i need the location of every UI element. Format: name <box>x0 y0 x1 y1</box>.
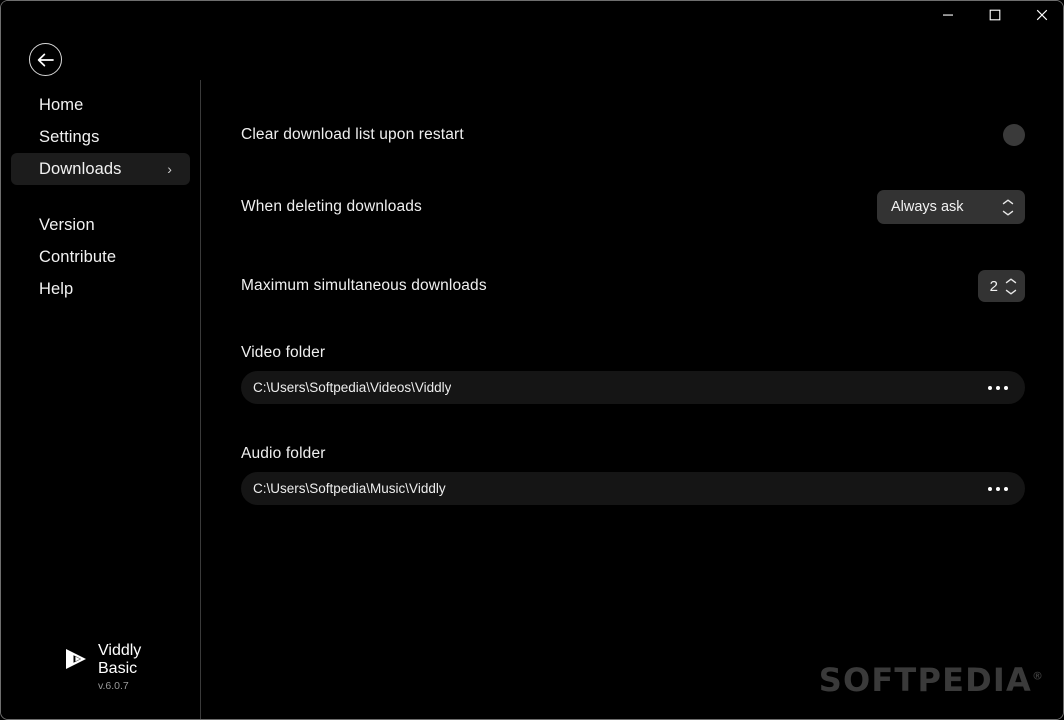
minimize-icon <box>942 9 954 21</box>
audio-folder-field[interactable]: C:\Users\Softpedia\Music\Viddly <box>241 472 1025 505</box>
sidebar-item-label: Version <box>39 215 95 234</box>
sidebar-item-label: Settings <box>39 127 100 146</box>
ellipsis-dot <box>988 385 992 390</box>
back-arrow-icon <box>36 52 55 68</box>
sidebar-item-settings[interactable]: Settings <box>11 121 190 153</box>
field-label: Audio folder <box>241 445 326 462</box>
stepper-arrows <box>1005 278 1017 295</box>
nav-primary-group: Home Settings Downloads › <box>11 89 190 185</box>
setting-row-audio-folder: Audio folder C:\Users\Softpedia\Music\Vi… <box>241 445 1025 505</box>
ellipsis-dot <box>1004 486 1008 491</box>
setting-label: When deleting downloads <box>241 198 422 215</box>
sidebar-item-label: Home <box>39 95 84 114</box>
close-button[interactable] <box>1018 1 1063 29</box>
select-stepper-icons <box>1002 199 1014 216</box>
chevron-up-icon <box>1005 278 1017 283</box>
video-folder-field[interactable]: C:\Users\Softpedia\Videos\Viddly <box>241 371 1025 404</box>
setting-row-clear-download-list: Clear download list upon restart <box>241 121 1025 149</box>
chevron-up-icon <box>1002 199 1014 204</box>
clear-download-list-toggle[interactable] <box>1003 124 1025 146</box>
setting-row-max-simultaneous-downloads: Maximum simultaneous downloads 2 <box>241 270 1025 302</box>
setting-label: Clear download list upon restart <box>241 126 464 143</box>
close-icon <box>1036 9 1048 21</box>
select-value: Always ask <box>891 199 964 215</box>
video-folder-path: C:\Users\Softpedia\Videos\Viddly <box>253 380 452 395</box>
watermark-text: SOFTPEDIA <box>818 661 1032 699</box>
sidebar-item-label: Contribute <box>39 247 117 266</box>
max-simultaneous-downloads-stepper[interactable]: 2 <box>977 270 1025 302</box>
ellipsis-dot <box>996 486 1000 491</box>
back-button[interactable] <box>29 43 62 76</box>
maximize-icon <box>989 9 1001 21</box>
maximize-button[interactable] <box>971 1 1018 29</box>
sidebar-item-help[interactable]: Help <box>11 273 190 305</box>
brand-text: Viddly Basic v.6.0.7 <box>98 642 141 693</box>
sidebar: Home Settings Downloads › Version Contri… <box>1 1 200 719</box>
setting-label: Maximum simultaneous downloads <box>241 277 487 294</box>
softpedia-watermark: SOFTPEDIA® <box>819 661 1043 699</box>
brand-block: Viddly Basic v.6.0.7 <box>63 642 141 693</box>
app-window: Home Settings Downloads › Version Contri… <box>0 0 1064 720</box>
sidebar-item-downloads[interactable]: Downloads › <box>11 153 190 185</box>
when-deleting-downloads-select[interactable]: Always ask <box>877 190 1025 224</box>
play-triangle-icon <box>63 646 89 677</box>
minimize-button[interactable] <box>924 1 971 29</box>
brand-version: v.6.0.7 <box>98 680 129 693</box>
sidebar-item-contribute[interactable]: Contribute <box>11 241 190 273</box>
sidebar-item-label: Downloads <box>39 159 122 178</box>
sidebar-item-version[interactable]: Version <box>11 209 190 241</box>
audio-folder-browse-button[interactable] <box>971 472 1025 505</box>
title-bar <box>1 1 1063 29</box>
chevron-right-icon: › <box>167 161 172 177</box>
ellipsis-dot <box>988 486 992 491</box>
setting-row-when-deleting-downloads: When deleting downloads Always ask <box>241 190 1025 224</box>
chevron-down-icon <box>1005 289 1017 294</box>
stepper-value: 2 <box>989 277 998 295</box>
brand-name-line2: Basic <box>98 660 138 678</box>
main-panel: Clear download list upon restart When de… <box>201 29 1063 719</box>
downloads-settings-list: Clear download list upon restart When de… <box>241 121 1025 505</box>
ellipsis-dot <box>1004 385 1008 390</box>
watermark-registered-mark: ® <box>1032 669 1043 683</box>
sidebar-item-home[interactable]: Home <box>11 89 190 121</box>
audio-folder-path: C:\Users\Softpedia\Music\Viddly <box>253 481 446 496</box>
sidebar-item-label: Help <box>39 279 74 298</box>
setting-row-video-folder: Video folder C:\Users\Softpedia\Videos\V… <box>241 344 1025 404</box>
brand-name-line1: Viddly <box>98 642 142 660</box>
nav-secondary-group: Version Contribute Help <box>11 209 190 305</box>
field-label: Video folder <box>241 344 326 361</box>
ellipsis-dot <box>996 385 1000 390</box>
chevron-down-icon <box>1002 210 1014 215</box>
video-folder-browse-button[interactable] <box>971 371 1025 404</box>
